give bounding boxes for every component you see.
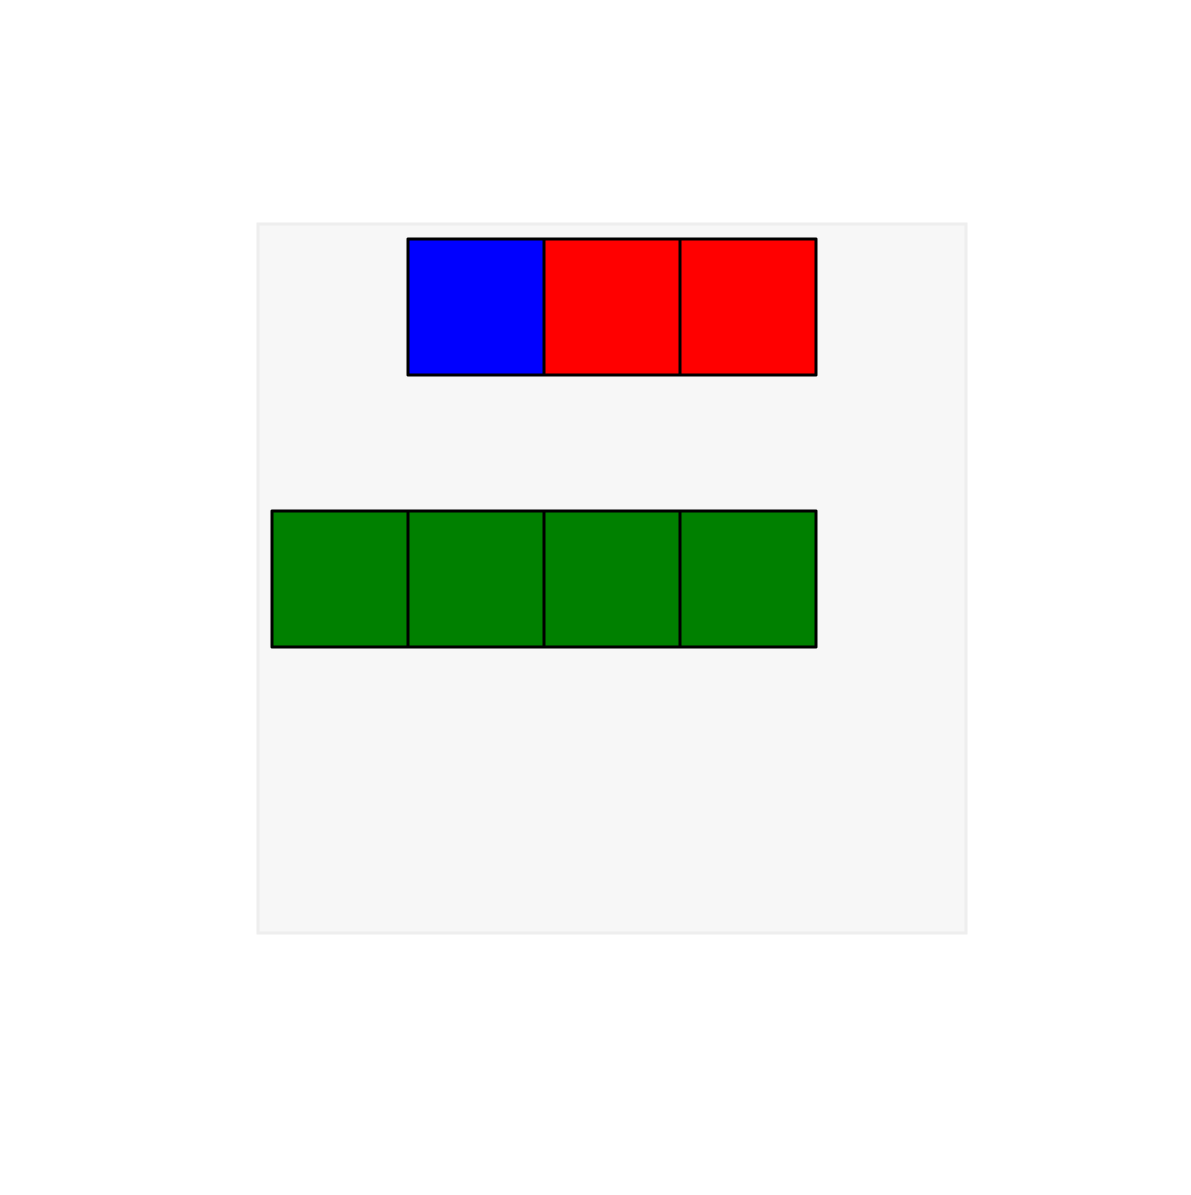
canvas: [0, 0, 1191, 1191]
green-square: [406, 509, 546, 649]
block-diagram: [256, 222, 968, 935]
top-row: [406, 237, 818, 377]
red-square: [542, 237, 682, 377]
green-square: [678, 509, 818, 649]
green-square: [542, 509, 682, 649]
bottom-row: [270, 509, 818, 649]
blue-square: [406, 237, 546, 377]
green-square: [270, 509, 410, 649]
red-square: [678, 237, 818, 377]
